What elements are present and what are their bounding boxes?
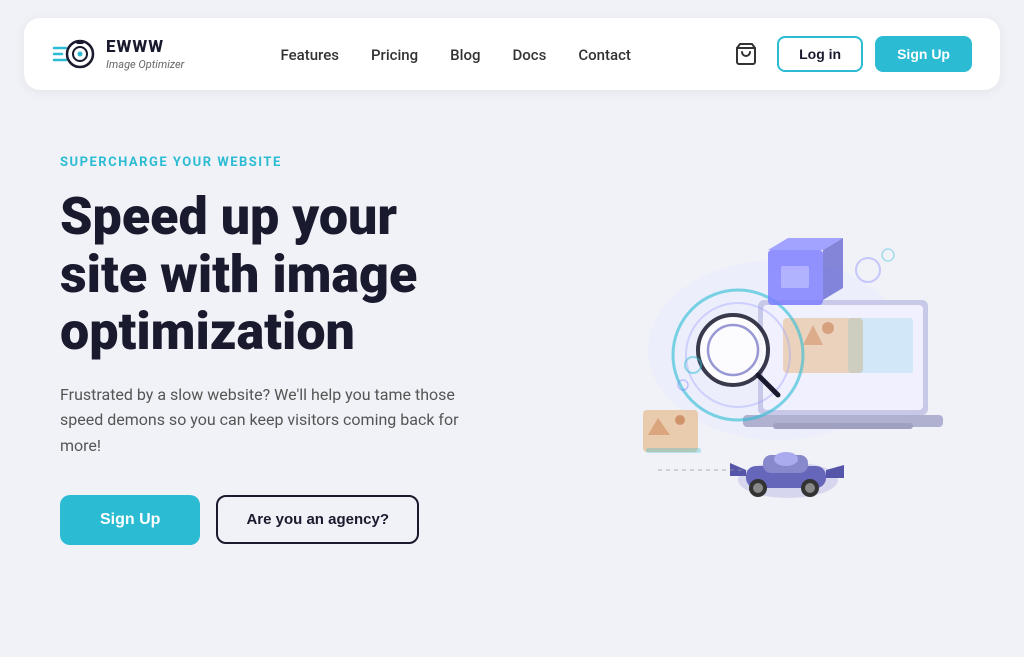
signup-nav-button[interactable]: Sign Up: [875, 36, 972, 72]
agency-button[interactable]: Are you an agency?: [216, 495, 419, 544]
logo-title: EWWW: [106, 37, 184, 57]
nav-item-contact[interactable]: Contact: [578, 45, 631, 64]
hero-section: SUPERCHARGE YOUR WEBSITE Speed up your s…: [0, 90, 1024, 570]
navbar: EWWW Image Optimizer Features Pricing Bl…: [24, 18, 1000, 90]
nav-link-pricing[interactable]: Pricing: [371, 46, 418, 64]
hero-left: SUPERCHARGE YOUR WEBSITE Speed up your s…: [60, 155, 512, 544]
logo-text: EWWW Image Optimizer: [106, 37, 184, 71]
nav-item-pricing[interactable]: Pricing: [371, 45, 418, 64]
hero-heading-line2: site with image: [60, 244, 417, 305]
hero-illustration: [528, 170, 948, 530]
nav-link-contact[interactable]: Contact: [578, 46, 631, 64]
nav-right: Log in Sign Up: [727, 35, 972, 73]
logo-area: EWWW Image Optimizer: [52, 32, 184, 76]
logo-icon: [52, 32, 96, 76]
hero-description: Frustrated by a slow website? We'll help…: [60, 382, 490, 459]
signup-hero-button[interactable]: Sign Up: [60, 495, 200, 545]
nav-link-blog[interactable]: Blog: [450, 46, 480, 64]
login-button[interactable]: Log in: [777, 36, 863, 72]
nav-links: Features Pricing Blog Docs Contact: [280, 45, 630, 64]
logo-subtitle: Image Optimizer: [106, 58, 184, 71]
nav-link-features[interactable]: Features: [280, 46, 338, 64]
cart-icon[interactable]: [727, 35, 765, 73]
hero-buttons: Sign Up Are you an agency?: [60, 495, 512, 545]
hero-heading: Speed up your site with image optimizati…: [60, 188, 512, 360]
nav-item-features[interactable]: Features: [280, 45, 338, 64]
hero-right: [512, 150, 964, 550]
nav-link-docs[interactable]: Docs: [512, 46, 546, 64]
nav-item-docs[interactable]: Docs: [512, 45, 546, 64]
hero-tagline: SUPERCHARGE YOUR WEBSITE: [60, 155, 512, 170]
nav-item-blog[interactable]: Blog: [450, 45, 480, 64]
cart-svg: [734, 42, 758, 66]
hero-heading-line3: optimization: [60, 301, 355, 362]
hero-heading-line1: Speed up your: [60, 186, 397, 247]
